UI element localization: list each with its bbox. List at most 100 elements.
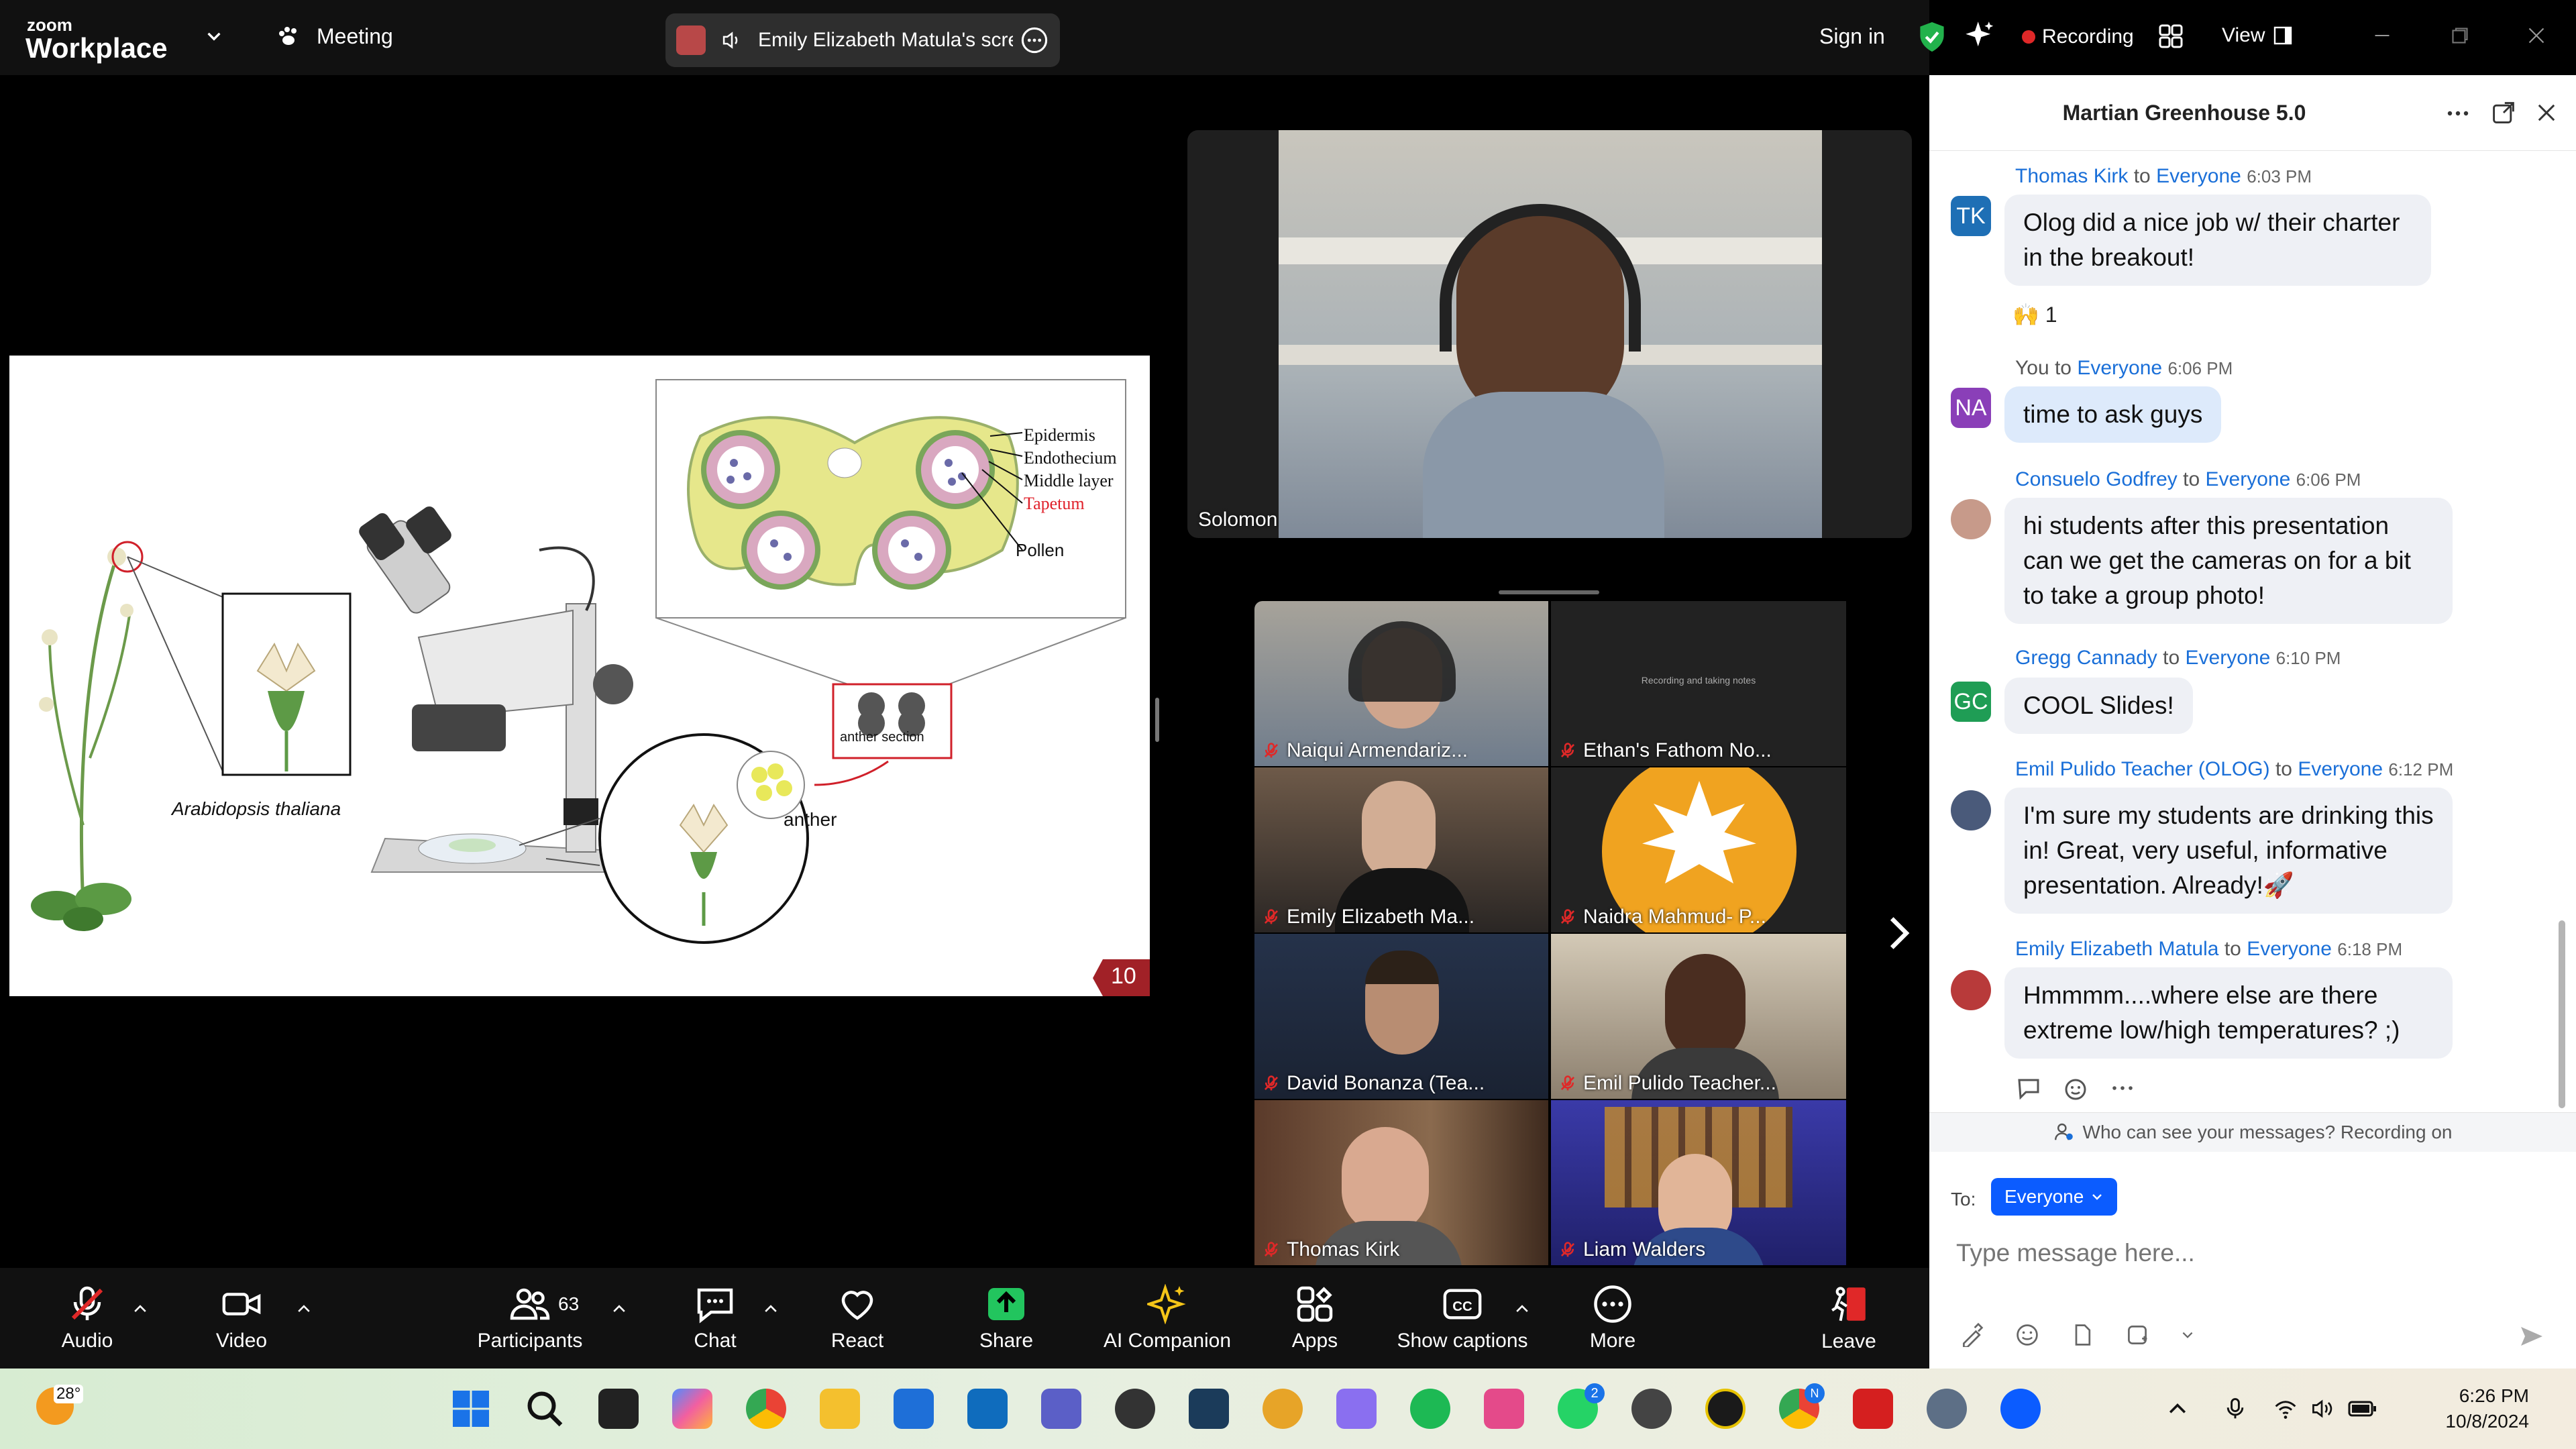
app-icon-gauge[interactable] (1705, 1389, 1746, 1429)
app-icon-dark[interactable] (1631, 1389, 1672, 1429)
recipient-dropdown[interactable]: Everyone (1991, 1178, 2118, 1216)
anther-section-label: anther section (840, 730, 924, 745)
app-icon-orange[interactable] (1115, 1389, 1155, 1429)
reaction-badge[interactable]: 🙌 1 (2012, 302, 2057, 327)
message-bubble[interactable]: I'm sure my students are drinking this i… (2004, 788, 2453, 914)
outlook-icon[interactable] (967, 1389, 1008, 1429)
message-bubble[interactable]: hi students after this presentation can … (2004, 498, 2453, 624)
chrome-icon[interactable] (746, 1389, 786, 1429)
task-view-icon[interactable] (598, 1389, 639, 1429)
participant-tile[interactable]: Emily Elizabeth Ma... (1254, 767, 1548, 932)
close-chat-icon[interactable] (2536, 102, 2557, 123)
audio-options-chevron-icon[interactable] (131, 1300, 149, 1318)
more-button[interactable]: More (1572, 1268, 1653, 1368)
screen-share-pill[interactable]: Emily Elizabeth Matula's scre (665, 13, 1060, 67)
system-clock[interactable]: 6:26 PM 10/8/2024 (2402, 1383, 2529, 1434)
windows-start-icon[interactable] (451, 1389, 491, 1429)
app-icon-face[interactable] (1263, 1389, 1303, 1429)
message-bubble[interactable]: Olog did a nice job w/ their charter in … (2004, 195, 2431, 286)
app-icon-chart[interactable] (1189, 1389, 1229, 1429)
copilot-icon[interactable] (672, 1389, 712, 1429)
panel-resize-handle[interactable] (1499, 590, 1599, 594)
participant-tile[interactable]: Thomas Kirk (1254, 1100, 1548, 1265)
next-page-chevron-icon[interactable] (1888, 915, 1911, 955)
app-icon-green[interactable] (1410, 1389, 1450, 1429)
sender-name[interactable]: Consuelo Godfrey (2015, 468, 2178, 490)
video-options-chevron-icon[interactable] (295, 1300, 313, 1318)
message-header: You to Everyone 6:06 PM (2015, 357, 2233, 380)
chevron-down-icon[interactable] (205, 27, 223, 49)
pop-out-icon[interactable] (2491, 101, 2516, 125)
minimize-icon[interactable] (2372, 25, 2392, 49)
ai-companion-button[interactable]: AI Companion (1093, 1268, 1241, 1368)
layout-splitter[interactable] (1155, 698, 1159, 742)
teams-icon[interactable] (1041, 1389, 1081, 1429)
participant-name: Emily Elizabeth Ma... (1287, 906, 1475, 928)
security-shield-icon[interactable] (1917, 20, 1947, 57)
chat-scrollbar[interactable] (2559, 920, 2565, 1108)
participant-tile[interactable]: Emil Pulido Teacher... (1551, 934, 1846, 1099)
gallery-grid-icon[interactable] (2157, 23, 2184, 53)
microsoft-store-icon[interactable] (894, 1389, 934, 1429)
game-controller-icon[interactable] (1336, 1389, 1377, 1429)
wifi-icon[interactable] (2273, 1397, 2298, 1421)
file-icon[interactable] (2070, 1323, 2094, 1347)
close-window-icon[interactable] (2526, 25, 2546, 49)
recording-indicator[interactable]: Recording (2022, 25, 2134, 48)
snipping-tool-icon[interactable] (1484, 1389, 1524, 1429)
participant-tile[interactable]: Naidra Mahmud- P... (1551, 767, 1846, 932)
chat-message-input[interactable] (1955, 1229, 2548, 1277)
acrobat-icon[interactable] (1853, 1389, 1893, 1429)
screenshot-icon[interactable] (2125, 1323, 2149, 1347)
captions-chevron-icon[interactable] (1513, 1300, 1531, 1318)
format-icon[interactable] (1960, 1323, 1984, 1347)
audio-button[interactable]: Audio (47, 1268, 127, 1368)
show-hidden-icons-chevron-icon[interactable] (2165, 1397, 2190, 1421)
message-bubble[interactable]: time to ask guys (2004, 386, 2222, 443)
show-captions-button[interactable]: CC Show captions (1389, 1268, 1536, 1368)
chat-chevron-icon[interactable] (762, 1300, 780, 1318)
participant-tile[interactable]: David Bonanza (Tea... (1254, 934, 1548, 1099)
chat-more-icon[interactable] (2445, 103, 2471, 123)
sender-name[interactable]: Emily Elizabeth Matula (2015, 938, 2218, 960)
share-screen-button[interactable]: Share (966, 1268, 1046, 1368)
message-bubble[interactable]: Hmmmm....where else are there extreme lo… (2004, 967, 2453, 1059)
settings-gear-icon[interactable] (1927, 1389, 1967, 1429)
recipient-value: Everyone (2004, 1186, 2084, 1207)
send-icon[interactable] (2518, 1323, 2545, 1350)
meeting-info-button[interactable]: Meeting (275, 23, 393, 50)
privacy-banner[interactable]: Who can see your messages? Recording on (1929, 1112, 2576, 1152)
volume-icon[interactable] (2309, 1397, 2334, 1421)
active-speaker-tile[interactable]: Solomon (1187, 130, 1912, 538)
compose-toolbar (1960, 1323, 2195, 1347)
chevron-down-icon[interactable] (2180, 1328, 2195, 1342)
emoji-icon[interactable] (2015, 1323, 2039, 1347)
add-reaction-icon[interactable] (2062, 1075, 2089, 1102)
ai-sparkle-icon[interactable] (1964, 20, 1995, 54)
sender-name[interactable]: Thomas Kirk (2015, 165, 2128, 187)
participant-tile[interactable]: Naiqui Armendariz... (1254, 601, 1548, 766)
video-button[interactable]: Video (201, 1268, 282, 1368)
restore-icon[interactable] (2450, 25, 2470, 49)
message-bubble[interactable]: COOL Slides! (2004, 678, 2193, 734)
reply-icon[interactable] (2015, 1075, 2042, 1102)
sender-name[interactable]: Gregg Cannady (2015, 647, 2157, 669)
view-button[interactable]: View (2222, 24, 2293, 47)
search-icon[interactable] (525, 1389, 565, 1429)
react-button[interactable]: React (817, 1268, 898, 1368)
participant-tile[interactable]: Recording and taking notes Ethan's Fatho… (1551, 601, 1846, 766)
more-options-icon[interactable] (1020, 25, 1049, 55)
file-explorer-icon[interactable] (820, 1389, 860, 1429)
participants-button[interactable]: Participants (470, 1268, 590, 1368)
sender-name[interactable]: Emil Pulido Teacher (OLOG) (2015, 758, 2270, 780)
participant-tile[interactable]: Liam Walders (1551, 1100, 1846, 1265)
sign-in-button[interactable]: Sign in (1819, 24, 1885, 49)
apps-button[interactable]: Apps (1275, 1268, 1355, 1368)
microphone-icon[interactable] (2223, 1395, 2247, 1422)
chat-button[interactable]: Chat (675, 1268, 755, 1368)
participants-chevron-icon[interactable] (610, 1300, 628, 1318)
leave-button[interactable]: Leave (1809, 1268, 1889, 1368)
more-actions-icon[interactable] (2109, 1075, 2136, 1102)
zoom-app-icon[interactable] (2000, 1389, 2041, 1429)
battery-icon[interactable] (2348, 1397, 2377, 1421)
